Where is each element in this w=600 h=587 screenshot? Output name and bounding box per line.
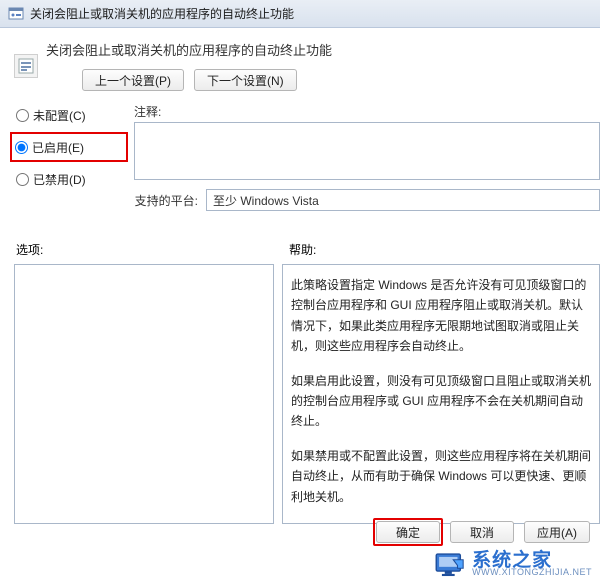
radio-enabled-input[interactable]: [15, 141, 28, 154]
help-panel: 此策略设置指定 Windows 是否允许没有可见顶级窗口的控制台应用程序和 GU…: [282, 264, 600, 524]
ok-highlight: 确定: [376, 521, 440, 543]
app-icon: [8, 6, 24, 22]
radio-group: 未配置(C) 已启用(E) 已禁用(D): [14, 103, 124, 211]
comment-label: 注释:: [134, 103, 600, 120]
radio-not-configured-input[interactable]: [16, 109, 29, 122]
ok-button[interactable]: 确定: [376, 521, 440, 543]
prev-setting-button[interactable]: 上一个设置(P): [82, 69, 184, 91]
cancel-button[interactable]: 取消: [450, 521, 514, 543]
radio-not-configured[interactable]: 未配置(C): [14, 103, 124, 127]
help-label: 帮助:: [289, 241, 316, 258]
help-paragraph: 如果启用此设置，则没有可见顶级窗口且阻止或取消关机的控制台应用程序或 GUI 应…: [291, 371, 591, 432]
next-setting-button[interactable]: 下一个设置(N): [194, 69, 297, 91]
watermark-url: WWW.XITONGZHIJIA.NET: [472, 568, 592, 577]
radio-not-configured-label: 未配置(C): [33, 107, 86, 124]
policy-icon: [14, 54, 38, 78]
radio-enabled-label: 已启用(E): [32, 139, 84, 156]
platform-value: 至少 Windows Vista: [206, 189, 600, 211]
enabled-highlight: 已启用(E): [10, 132, 128, 162]
watermark: 系统之家 WWW.XITONGZHIJIA.NET: [432, 547, 592, 581]
options-label: 选项:: [14, 241, 289, 258]
dialog-footer: 确定 取消 应用(A): [376, 521, 590, 543]
watermark-icon: [432, 547, 466, 581]
radio-disabled-label: 已禁用(D): [33, 171, 86, 188]
window-title: 关闭会阻止或取消关机的应用程序的自动终止功能: [30, 5, 294, 22]
apply-button[interactable]: 应用(A): [524, 521, 590, 543]
help-paragraph: 如果禁用或不配置此设置，则这些应用程序将在关机期间自动终止，从而有助于确保 Wi…: [291, 446, 591, 507]
help-paragraph: 此策略设置指定 Windows 是否允许没有可见顶级窗口的控制台应用程序和 GU…: [291, 275, 591, 357]
page-title: 关闭会阻止或取消关机的应用程序的自动终止功能: [46, 40, 600, 59]
radio-disabled-input[interactable]: [16, 173, 29, 186]
radio-disabled[interactable]: 已禁用(D): [14, 167, 124, 191]
platform-label: 支持的平台:: [134, 192, 198, 209]
radio-enabled[interactable]: 已启用(E): [13, 135, 124, 159]
comment-input[interactable]: [134, 122, 600, 180]
options-panel: [14, 264, 274, 524]
window-titlebar: 关闭会阻止或取消关机的应用程序的自动终止功能: [0, 0, 600, 28]
